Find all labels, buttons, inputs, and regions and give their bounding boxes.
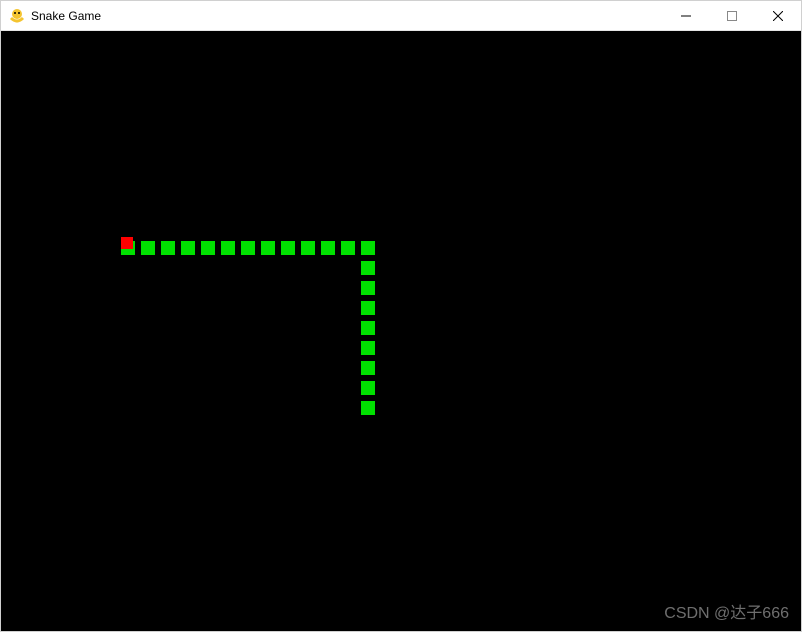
snake-segment [341, 241, 355, 255]
snake-segment [301, 241, 315, 255]
maximize-button[interactable] [709, 1, 755, 30]
snake-segment [361, 401, 375, 415]
snake-segment [361, 381, 375, 395]
game-canvas[interactable]: CSDN @达子666 [1, 31, 801, 631]
snake-segment [361, 321, 375, 335]
snake-segment [161, 241, 175, 255]
snake-segment [221, 241, 235, 255]
window-title: Snake Game [31, 9, 663, 23]
snake-segment [201, 241, 215, 255]
snake-segment [181, 241, 195, 255]
snake-segment [361, 361, 375, 375]
food [121, 237, 133, 249]
snake-segment [361, 241, 375, 255]
snake-segment [241, 241, 255, 255]
snake-segment [361, 261, 375, 275]
app-icon [9, 8, 25, 24]
minimize-button[interactable] [663, 1, 709, 30]
close-button[interactable] [755, 1, 801, 30]
snake-segment [361, 301, 375, 315]
snake-segment [361, 341, 375, 355]
snake-segment [281, 241, 295, 255]
window-controls [663, 1, 801, 30]
app-window: Snake Game CSDN @达子666 [0, 0, 802, 632]
snake-segment [141, 241, 155, 255]
snake-segment [361, 281, 375, 295]
snake-segment [321, 241, 335, 255]
titlebar: Snake Game [1, 1, 801, 31]
snake-segment [261, 241, 275, 255]
watermark-text: CSDN @达子666 [664, 599, 789, 623]
